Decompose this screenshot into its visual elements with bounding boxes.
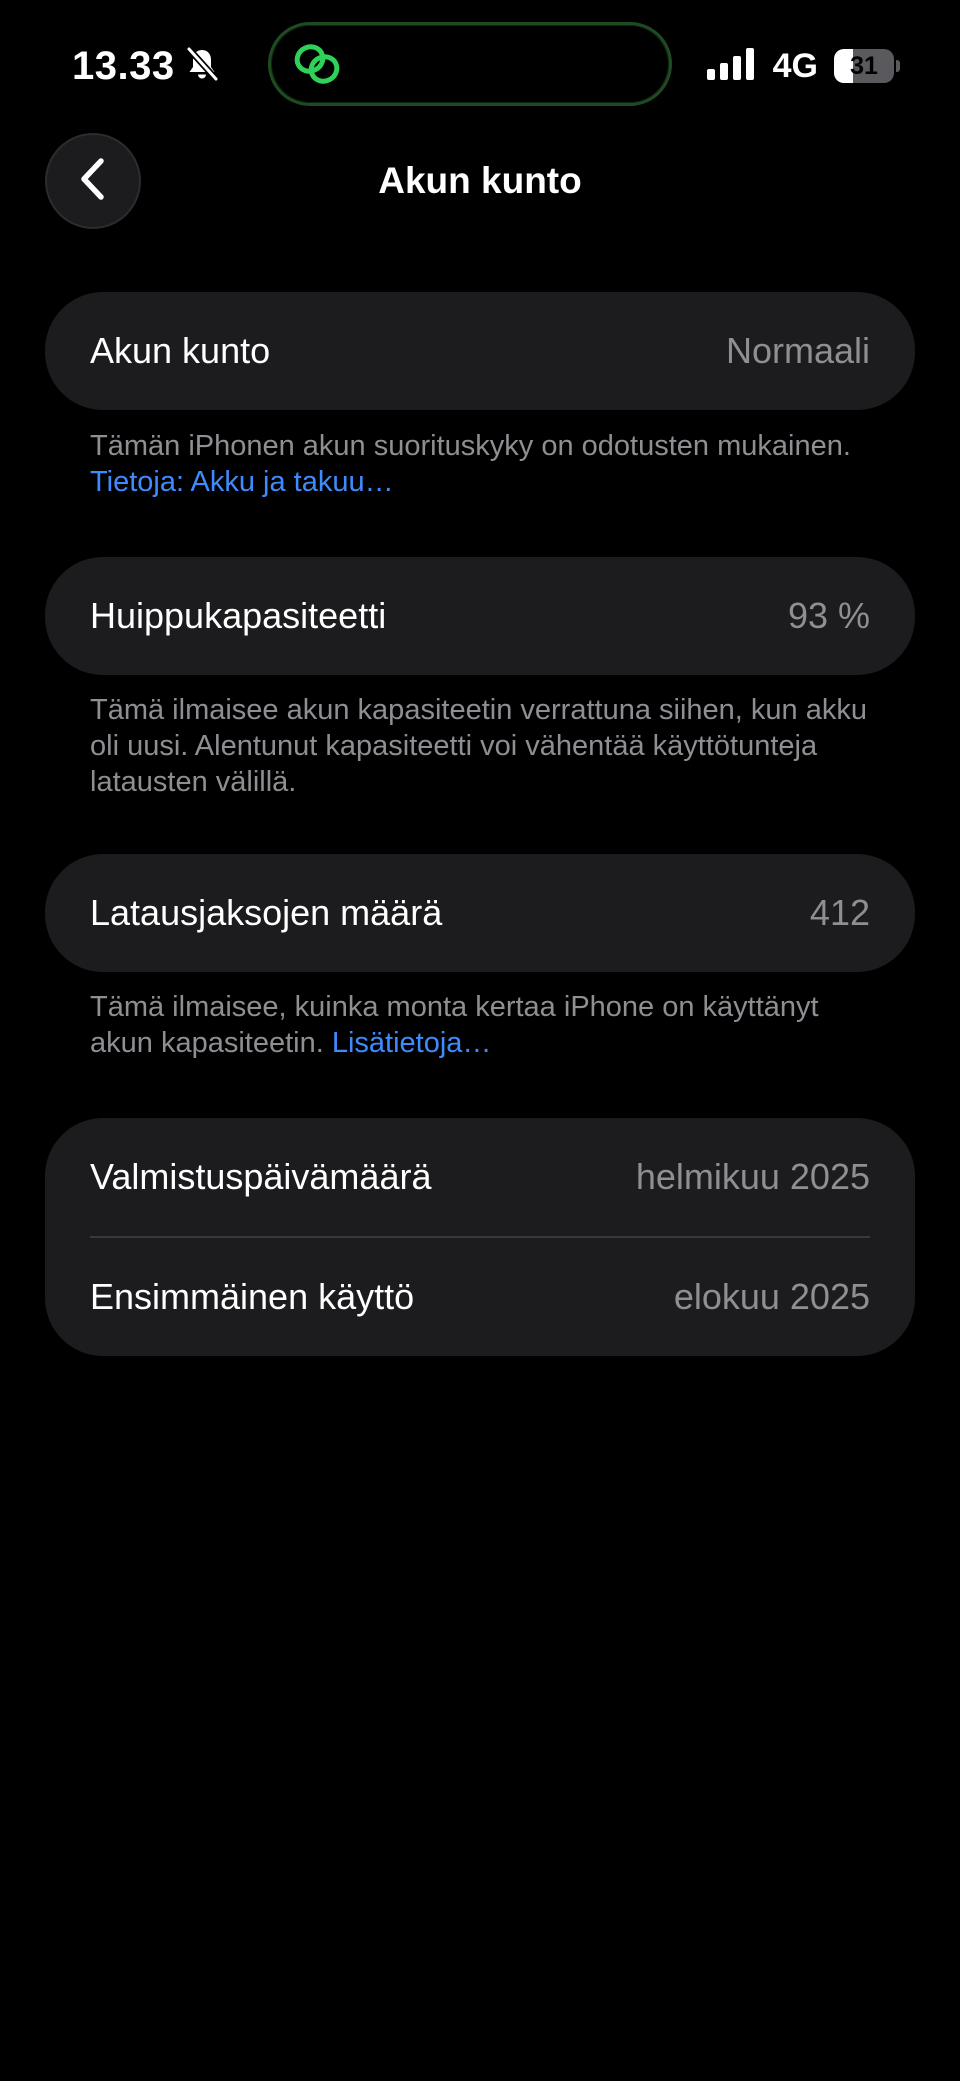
battery-warranty-link[interactable]: Tietoja: Akku ja takuu…: [90, 466, 394, 498]
status-time-group: 13.33: [72, 40, 219, 92]
first-use-row: Ensimmäinen käyttö elokuu 2025: [45, 1238, 915, 1356]
network-type: 4G: [772, 46, 818, 85]
peak-capacity-label: Huippukapasiteetti: [90, 595, 387, 636]
cycle-count-label: Latausjaksojen määrä: [90, 892, 443, 933]
app-link-icon: [291, 41, 343, 87]
peak-capacity-card: Huippukapasiteetti 93 %: [45, 557, 915, 675]
peak-capacity-note-text: Tämä ilmaisee akun kapasiteetin verrattu…: [90, 694, 867, 798]
status-time: 13.33: [72, 43, 175, 88]
dynamic-island[interactable]: [268, 22, 672, 106]
battery-body: 31: [834, 49, 895, 83]
first-use-label: Ensimmäinen käyttö: [90, 1276, 415, 1317]
cycle-count-note: Tämä ilmaisee, kuinka monta kertaa iPhon…: [90, 989, 880, 1061]
learn-more-link[interactable]: Lisätietoja…: [332, 1027, 492, 1059]
manufacture-date-value: helmikuu 2025: [635, 1156, 870, 1197]
battery-health-note-text: Tämän iPhonen akun suorituskyky on odotu…: [90, 430, 851, 462]
peak-capacity-row: Huippukapasiteetti 93 %: [45, 557, 915, 675]
battery-icon: 31: [834, 49, 900, 83]
page-title: Akun kunto: [378, 160, 582, 201]
cycle-count-row: Latausjaksojen määrä 412: [45, 854, 915, 972]
battery-health-row: Akun kunto Normaali: [45, 292, 915, 410]
status-bar: 13.33 4G 31: [0, 0, 960, 130]
first-use-value: elokuu 2025: [673, 1276, 870, 1317]
battery-health-value: Normaali: [725, 330, 870, 371]
manufacture-date-label: Valmistuspäivämäärä: [90, 1156, 432, 1197]
battery-cap: [896, 60, 900, 72]
battery-dates-card: Valmistuspäivämäärä helmikuu 2025 Ensimm…: [45, 1118, 915, 1356]
peak-capacity-value: 93 %: [787, 595, 870, 636]
peak-capacity-note: Tämä ilmaisee akun kapasiteetin verrattu…: [90, 692, 880, 800]
manufacture-date-row: Valmistuspäivämäärä helmikuu 2025: [45, 1118, 915, 1236]
cellular-signal-icon: [706, 47, 757, 85]
battery-level: 31: [850, 51, 878, 80]
battery-health-label: Akun kunto: [90, 330, 271, 371]
battery-health-card: Akun kunto Normaali: [45, 292, 915, 410]
cycle-count-card: Latausjaksojen määrä 412: [45, 854, 915, 972]
battery-health-note: Tämän iPhonen akun suorituskyky on odotu…: [90, 428, 880, 500]
bell-slash-icon: [185, 45, 219, 87]
cycle-count-value: 412: [809, 892, 870, 933]
status-right: 4G 31: [706, 46, 900, 86]
